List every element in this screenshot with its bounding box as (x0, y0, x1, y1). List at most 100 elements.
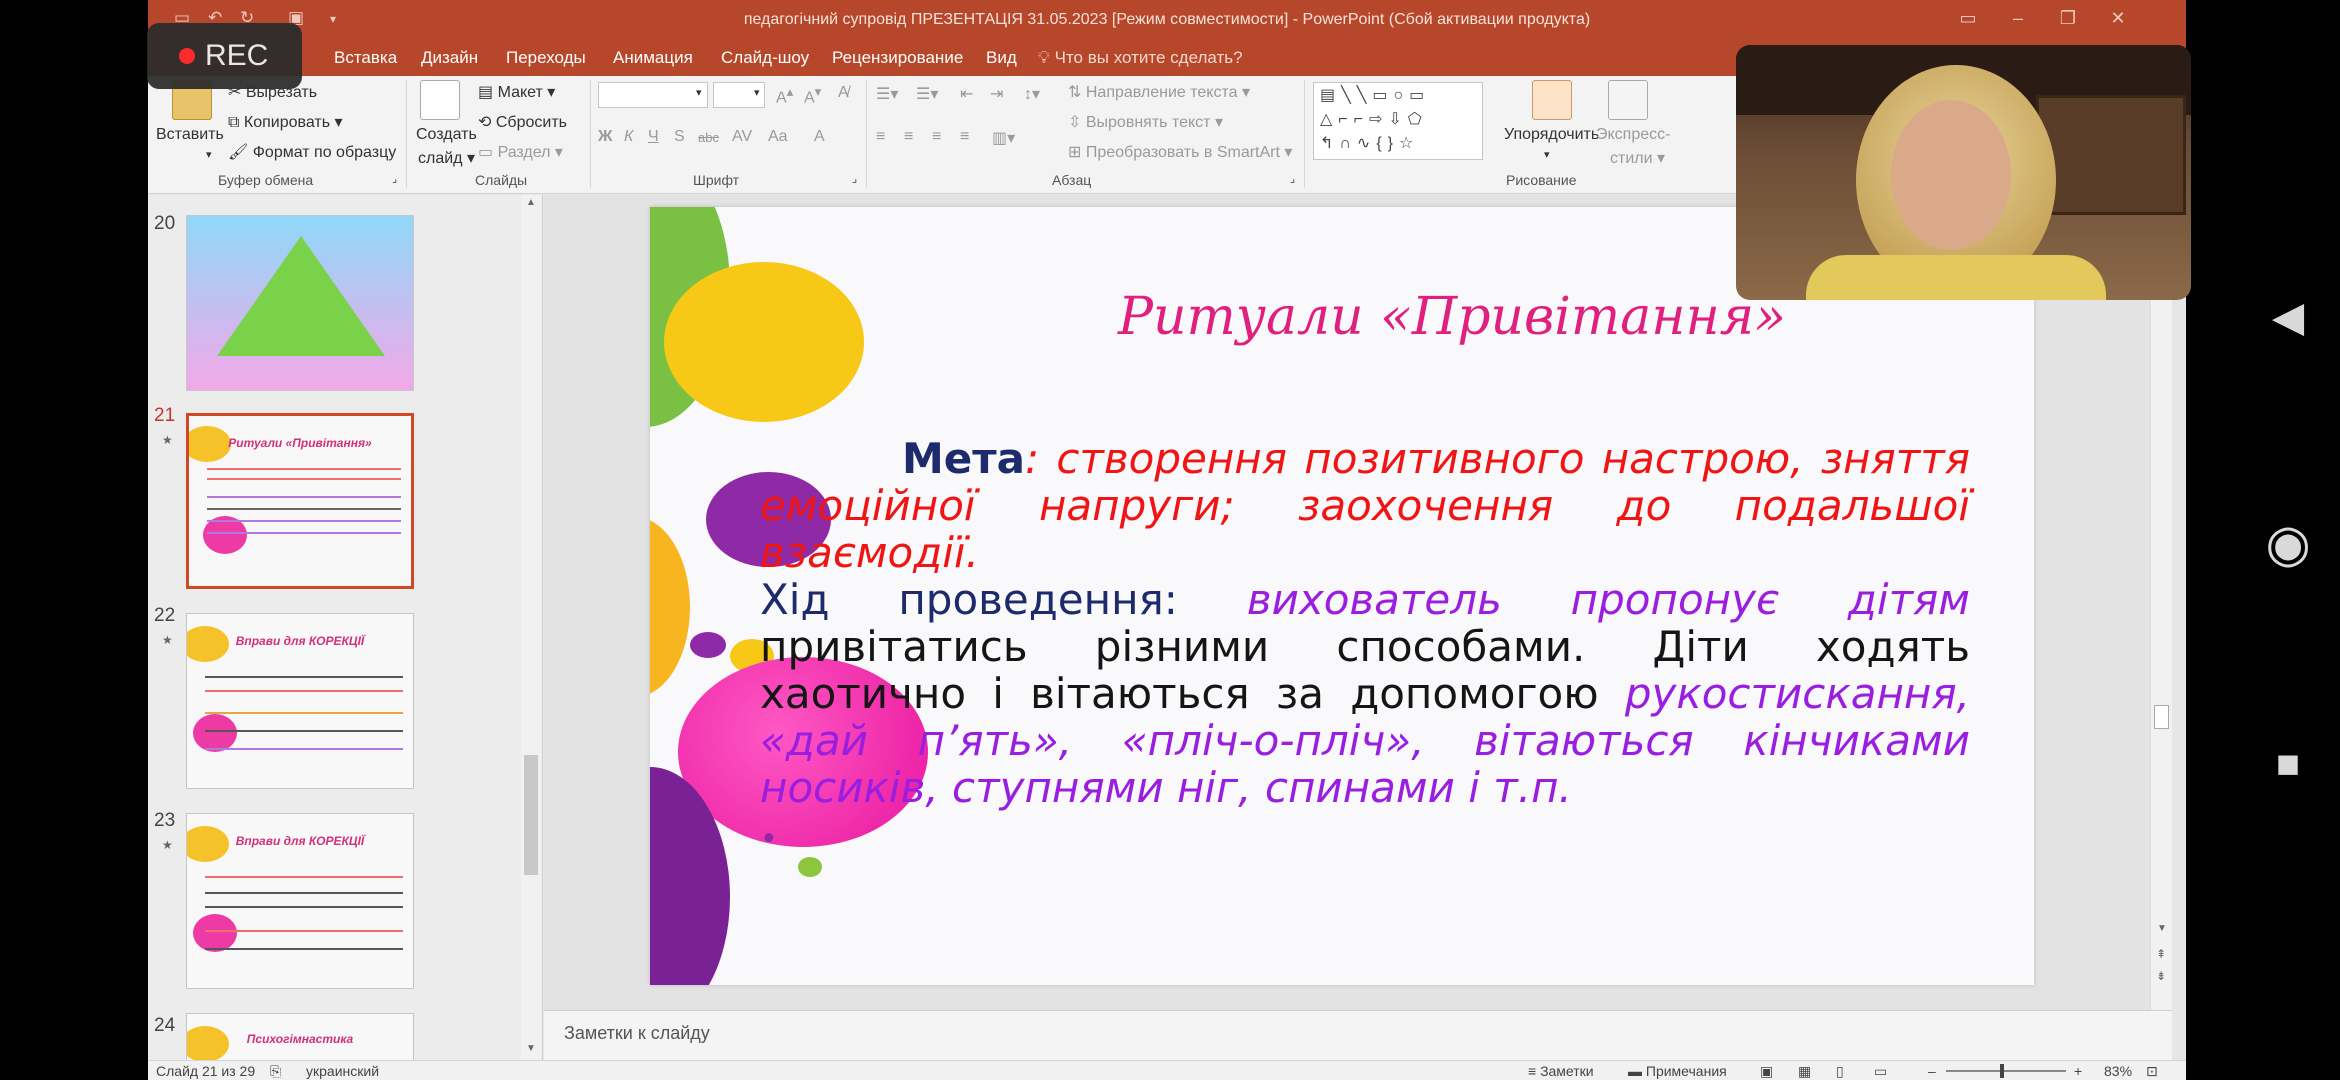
notes-pane[interactable]: Заметки к слайду (544, 1010, 2172, 1060)
quick-styles-line2[interactable]: стили ▾ (1610, 148, 1665, 168)
thumbnails-scrollbar[interactable]: ▲ ▼ (521, 195, 541, 1060)
scroll-down-icon[interactable]: ▼ (2157, 923, 2167, 934)
zoom-in-icon[interactable]: + (2074, 1063, 2082, 1079)
clear-formatting-icon[interactable]: A̸ (838, 84, 849, 102)
section-button[interactable]: ▭ Раздел ▾ (478, 142, 563, 162)
zoom-slider-thumb[interactable] (2000, 1064, 2004, 1078)
change-case-button[interactable]: Aa (768, 128, 788, 146)
new-slide-line1[interactable]: Создать (416, 126, 477, 144)
tab-design[interactable]: Дизайн (421, 48, 478, 68)
scroll-thumb[interactable] (524, 755, 538, 875)
webcam-video-overlay[interactable] (1736, 45, 2191, 300)
quick-styles-icon[interactable] (1608, 80, 1648, 120)
thumbnail-slide-23[interactable]: Вправи для КОРЕКЦІЇ (186, 813, 414, 989)
copy-button[interactable]: ⧉ Копировать ▾ (228, 112, 343, 132)
scroll-thumb[interactable] (2154, 705, 2169, 729)
close-icon[interactable]: ✕ (2103, 8, 2133, 29)
font-group-label: Шрифт (693, 172, 740, 188)
zoom-level[interactable]: 83% (2104, 1063, 2132, 1079)
fit-to-window-icon[interactable]: ⊡ (2146, 1063, 2158, 1080)
back-triangle-icon[interactable]: ◀ (2236, 292, 2340, 341)
zoom-out-icon[interactable]: – (1928, 1063, 1936, 1079)
home-circle-icon[interactable]: ◉ (2236, 514, 2340, 574)
columns-icon[interactable]: ▥▾ (992, 128, 1015, 148)
clipboard-launcher-icon[interactable]: ⌟ (392, 172, 397, 185)
comments-toggle[interactable]: ▬ Примечания (1628, 1063, 1727, 1079)
decrease-font-icon[interactable]: A▾ (804, 84, 821, 107)
font-name-dropdown-icon[interactable]: ▾ (696, 86, 702, 99)
increase-indent-icon[interactable]: ⇥ (990, 84, 1003, 104)
paste-button[interactable]: Вставить (156, 126, 224, 144)
font-color-button[interactable]: A (814, 128, 825, 146)
slide-sorter-icon[interactable]: ▦ (1798, 1063, 1811, 1080)
align-center-icon[interactable]: ≡ (904, 128, 913, 146)
numbering-icon[interactable]: ☰▾ (916, 84, 938, 104)
tell-me-search[interactable]: 💡︎ Что вы хотите сделать? (1038, 48, 1243, 68)
zoom-slider[interactable] (1946, 1070, 2066, 1072)
recording-indicator[interactable]: REC (147, 23, 302, 89)
language-indicator[interactable]: украинский (306, 1063, 379, 1079)
previous-slide-icon[interactable]: ⇞ (2156, 947, 2166, 961)
underline-button[interactable]: Ч (648, 128, 659, 146)
scroll-down-icon[interactable]: ▼ (526, 1043, 536, 1054)
text-direction-button[interactable]: ⇅ Направление текста ▾ (1068, 82, 1250, 102)
course-label: Хід проведення: (760, 575, 1178, 624)
reset-button[interactable]: ⟲ Сбросить (478, 112, 567, 132)
reading-view-icon[interactable]: ▯ (1836, 1063, 1844, 1080)
minimize-icon[interactable]: – (2003, 8, 2033, 29)
layout-button[interactable]: ▤ Макет ▾ (478, 82, 555, 102)
tab-slideshow[interactable]: Слайд-шоу (721, 48, 809, 68)
spellcheck-icon[interactable]: ⎘ (270, 1063, 281, 1080)
align-text-button[interactable]: ⇳ Выровнять текст ▾ (1068, 112, 1223, 132)
quick-styles-button[interactable]: Экспресс- (1596, 126, 1670, 144)
slide-body-text[interactable]: Мета: створення позитивного настрою, зня… (760, 435, 1970, 863)
next-slide-icon[interactable]: ⇟ (2156, 969, 2166, 983)
smartart-button[interactable]: ⊞ Преобразовать в SmartArt ▾ (1068, 142, 1292, 162)
align-left-icon[interactable]: ≡ (876, 128, 885, 146)
font-launcher-icon[interactable]: ⌟ (852, 172, 857, 185)
recents-square-icon[interactable]: ■ (2236, 742, 2340, 787)
increase-font-icon[interactable]: A▴ (776, 84, 793, 107)
format-painter-button[interactable]: 🖌︎ Формат по образцу (228, 142, 396, 162)
align-right-icon[interactable]: ≡ (932, 128, 941, 146)
slideshow-view-icon[interactable]: ▭ (1874, 1063, 1887, 1080)
slide-scrollbar[interactable]: ▼ ⇞ ⇟ (2150, 195, 2172, 1020)
tab-view[interactable]: Вид (986, 48, 1017, 68)
thumb-text-line (205, 948, 403, 950)
scroll-up-icon[interactable]: ▲ (526, 197, 536, 208)
thumb-text-line (205, 892, 403, 894)
shadow-button[interactable]: S (674, 128, 685, 146)
notes-toggle[interactable]: ≡ Заметки (1528, 1063, 1594, 1079)
tab-review[interactable]: Рецензирование (832, 48, 963, 68)
ribbon-display-icon[interactable]: ▭ (1953, 8, 1983, 29)
arrange-icon[interactable] (1532, 80, 1572, 120)
thumb-text-line (205, 748, 403, 750)
strikethrough-button[interactable]: abc (698, 130, 719, 145)
tab-transitions[interactable]: Переходы (506, 48, 586, 68)
paste-dropdown-icon[interactable]: ▾ (206, 148, 212, 161)
thumbnail-slide-21[interactable]: Ритуали «Привітання» (186, 413, 414, 589)
justify-icon[interactable]: ≡ (960, 128, 969, 146)
arrange-dropdown-icon[interactable]: ▾ (1544, 148, 1550, 161)
thumbnail-slide-22[interactable]: Вправи для КОРЕКЦІЇ (186, 613, 414, 789)
tab-insert[interactable]: Вставка (334, 48, 397, 68)
bullets-icon[interactable]: ☰▾ (876, 84, 898, 104)
normal-view-icon[interactable]: ▣ (1760, 1063, 1773, 1080)
line-spacing-icon[interactable]: ↕▾ (1024, 84, 1040, 104)
italic-button[interactable]: К (624, 128, 633, 146)
new-slide-icon[interactable] (420, 80, 460, 120)
arrange-button[interactable]: Упорядочить (1504, 126, 1599, 144)
maximize-icon[interactable]: ❐ (2053, 8, 2083, 29)
decrease-indent-icon[interactable]: ⇤ (960, 84, 973, 104)
shapes-gallery[interactable]: ▤╲╲▭○▭ △⌐⌐⇨⇩⬠ ↰∩∿{}☆ (1313, 82, 1483, 160)
font-size-dropdown-icon[interactable]: ▾ (754, 86, 760, 99)
thumb-text-line (207, 520, 401, 522)
paragraph-launcher-icon[interactable]: ⌟ (1290, 172, 1295, 185)
bold-button[interactable]: Ж (598, 128, 612, 146)
char-spacing-button[interactable]: AV (732, 128, 752, 146)
font-name-combobox[interactable] (598, 82, 708, 108)
new-slide-button[interactable]: слайд ▾ (418, 148, 475, 168)
thumbnail-slide-20[interactable] (186, 215, 414, 391)
tab-animations[interactable]: Анимация (613, 48, 693, 68)
current-slide[interactable]: Ритуали «Привітання» Мета: створення поз… (650, 207, 2034, 985)
